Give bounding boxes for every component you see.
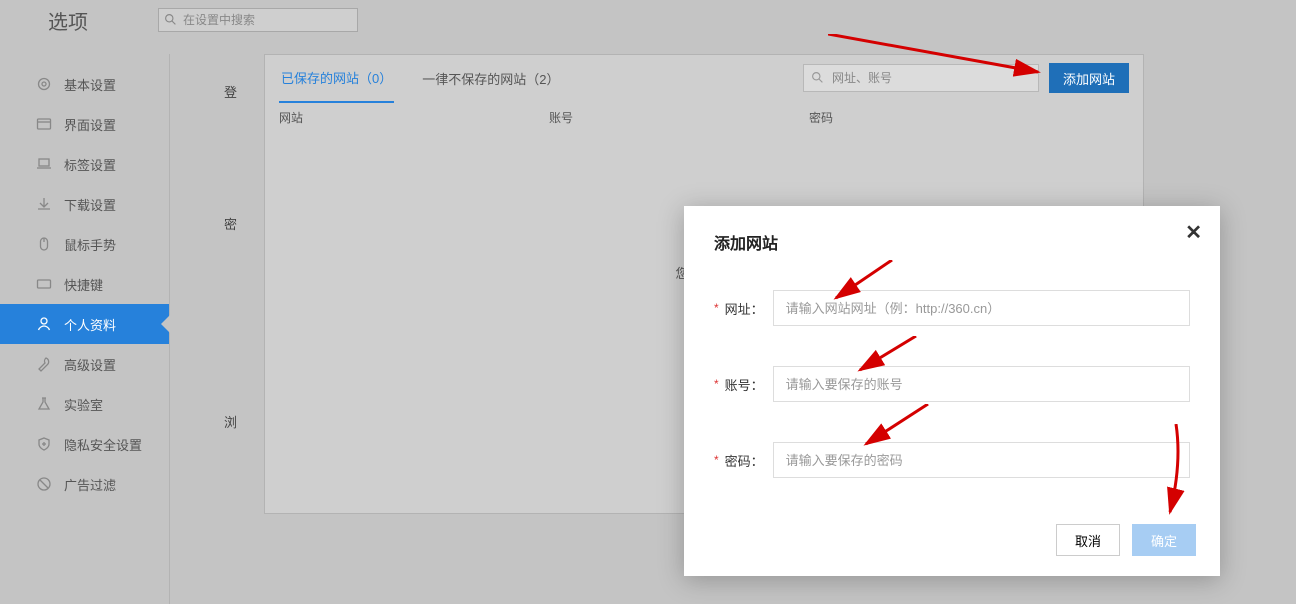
sidebar-item-ui[interactable]: 界面设置 <box>0 104 169 144</box>
user-icon <box>36 316 52 332</box>
th-site: 网站 <box>279 109 549 126</box>
sidebar-item-label: 实验室 <box>64 395 103 414</box>
sidebar-item-label: 快捷键 <box>64 275 103 294</box>
add-site-button[interactable]: 添加网站 <box>1049 63 1129 93</box>
sidebar-item-profile[interactable]: 个人资料 <box>0 304 169 344</box>
sidebar-item-adblock[interactable]: 广告过滤 <box>0 464 169 504</box>
section-label-login: 登 <box>224 82 237 101</box>
form-row-url: * 网址： <box>714 290 1190 326</box>
sidebar-item-privacy[interactable]: 隐私安全设置 <box>0 424 169 464</box>
block-icon <box>36 476 52 492</box>
download-icon <box>36 196 52 212</box>
sidebar-item-mouse[interactable]: 鼠标手势 <box>0 224 169 264</box>
sidebar-item-label: 广告过滤 <box>64 475 116 494</box>
settings-search-wrap <box>158 8 358 32</box>
page-title: 选项 <box>48 6 88 35</box>
table-header: 网站 账号 密码 <box>265 101 1143 133</box>
password-label: 密码： <box>725 451 773 470</box>
search-icon <box>811 71 824 84</box>
sidebar-item-label: 个人资料 <box>64 315 116 334</box>
filter-input[interactable] <box>803 64 1039 92</box>
url-label: 网址： <box>725 299 773 318</box>
topbar: 选项 <box>0 0 1296 40</box>
th-password: 密码 <box>809 109 1129 126</box>
window-icon <box>36 116 52 132</box>
sidebar-item-label: 下载设置 <box>64 195 116 214</box>
keyboard-icon <box>36 276 52 292</box>
sidebar-item-label: 基本设置 <box>64 75 116 94</box>
required-mark: * <box>714 453 719 467</box>
sidebar-item-label: 鼠标手势 <box>64 235 116 254</box>
form-row-password: * 密码： <box>714 442 1190 478</box>
sidebar-item-shortcuts[interactable]: 快捷键 <box>0 264 169 304</box>
section-label-password: 密 <box>224 214 237 233</box>
sidebar-item-basic[interactable]: 基本设置 <box>0 64 169 104</box>
laptop-icon <box>36 156 52 172</box>
account-label: 账号： <box>725 375 773 394</box>
sidebar-item-lab[interactable]: 实验室 <box>0 384 169 424</box>
tab-saved-sites[interactable]: 已保存的网站（0） <box>279 54 394 103</box>
tab-never-save[interactable]: 一律不保存的网站（2） <box>420 55 561 102</box>
modal-close-button[interactable]: ✕ <box>1185 220 1202 245</box>
section-label-browse: 浏 <box>224 412 237 431</box>
sidebar-item-label: 隐私安全设置 <box>64 435 142 454</box>
th-account: 账号 <box>549 109 809 126</box>
filter-wrap <box>803 64 1039 92</box>
cancel-button[interactable]: 取消 <box>1056 524 1120 556</box>
required-mark: * <box>714 301 719 315</box>
mouse-icon <box>36 236 52 252</box>
sidebar-item-label: 高级设置 <box>64 355 116 374</box>
gear-icon <box>36 76 52 92</box>
sidebar-item-advanced[interactable]: 高级设置 <box>0 344 169 384</box>
settings-search-input[interactable] <box>158 8 358 32</box>
sidebar-item-download[interactable]: 下载设置 <box>0 184 169 224</box>
confirm-button[interactable]: 确定 <box>1132 524 1196 556</box>
required-mark: * <box>714 377 719 391</box>
sidebar-item-label: 界面设置 <box>64 115 116 134</box>
search-icon <box>164 13 177 26</box>
sidebar-item-label: 标签设置 <box>64 155 116 174</box>
panel-tabs: 已保存的网站（0） 一律不保存的网站（2） 添加网站 <box>265 55 1143 101</box>
password-input[interactable] <box>773 442 1190 478</box>
modal-title: 添加网站 <box>714 230 1190 254</box>
flask-icon <box>36 396 52 412</box>
form-row-account: * 账号： <box>714 366 1190 402</box>
sidebar-item-tabs[interactable]: 标签设置 <box>0 144 169 184</box>
sidebar: 基本设置 界面设置 标签设置 下载设置 鼠标手势 快捷键 个人资料 高级设置 <box>0 54 170 604</box>
shield-icon <box>36 436 52 452</box>
close-icon: ✕ <box>1185 222 1202 244</box>
url-input[interactable] <box>773 290 1190 326</box>
add-site-modal: 添加网站 ✕ * 网址： * 账号： * 密码： 取消 确定 <box>684 206 1220 576</box>
wrench-icon <box>36 356 52 372</box>
account-input[interactable] <box>773 366 1190 402</box>
